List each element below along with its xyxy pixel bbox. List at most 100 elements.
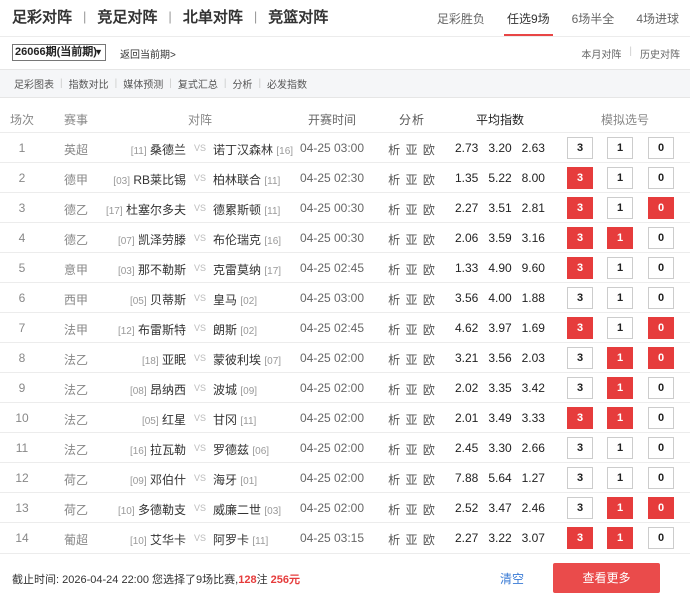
clear-button[interactable]: 清空 bbox=[500, 570, 524, 587]
row-league[interactable]: 意甲 bbox=[56, 261, 96, 278]
pick-win-button[interactable]: 3 bbox=[567, 137, 593, 159]
pick-draw-button[interactable]: 1 bbox=[607, 197, 633, 219]
monthly-matches-link[interactable]: 本月对阵 bbox=[581, 46, 621, 61]
row-analysis-links[interactable]: 析 亚 欧 bbox=[384, 171, 440, 188]
pick-win-button[interactable]: 3 bbox=[567, 527, 593, 549]
row-league[interactable]: 荷乙 bbox=[56, 471, 96, 488]
row-analysis-links[interactable]: 析 亚 欧 bbox=[384, 141, 440, 158]
pick-win-button[interactable]: 3 bbox=[567, 287, 593, 309]
row-home-team[interactable]: [07] 凯泽劳滕 bbox=[96, 231, 186, 248]
pick-loss-button[interactable]: 0 bbox=[648, 257, 674, 279]
tool-media-forecast[interactable]: 媒体预测 bbox=[117, 76, 169, 91]
pick-loss-button[interactable]: 0 bbox=[648, 467, 674, 489]
row-league[interactable]: 法乙 bbox=[56, 441, 96, 458]
tab-renxuan9[interactable]: 任选9场 bbox=[496, 0, 561, 36]
view-more-button[interactable]: 查看更多 bbox=[553, 563, 660, 593]
tool-odds-compare[interactable]: 指数对比 bbox=[63, 76, 115, 91]
pick-draw-button[interactable]: 1 bbox=[607, 317, 633, 339]
row-away-team[interactable]: 德累斯顿 [11] bbox=[213, 201, 303, 218]
tab-shengfu[interactable]: 足彩胜负 bbox=[426, 0, 496, 36]
pick-win-button[interactable]: 3 bbox=[567, 197, 593, 219]
row-away-team[interactable]: 皇马 [02] bbox=[213, 291, 303, 308]
row-analysis-links[interactable]: 析 亚 欧 bbox=[384, 501, 440, 518]
back-to-current-link[interactable]: 返回当前期> bbox=[120, 46, 176, 61]
pick-draw-button[interactable]: 1 bbox=[607, 167, 633, 189]
row-league[interactable]: 荷乙 bbox=[56, 501, 96, 518]
nav-item-jinglan[interactable]: 竞篮对阵 bbox=[268, 6, 328, 27]
row-home-team[interactable]: [11] 桑德兰 bbox=[96, 141, 186, 158]
pick-draw-button[interactable]: 1 bbox=[607, 407, 633, 429]
row-away-team[interactable]: 布伦瑞克 [16] bbox=[213, 231, 303, 248]
pick-win-button[interactable]: 3 bbox=[567, 497, 593, 519]
tab-banquan[interactable]: 6场半全 bbox=[561, 0, 626, 36]
pick-draw-button[interactable]: 1 bbox=[607, 347, 633, 369]
pick-loss-button[interactable]: 0 bbox=[648, 407, 674, 429]
row-analysis-links[interactable]: 析 亚 欧 bbox=[384, 231, 440, 248]
tab-jinqiu[interactable]: 4场进球 bbox=[625, 0, 690, 36]
row-analysis-links[interactable]: 析 亚 欧 bbox=[384, 261, 440, 278]
pick-win-button[interactable]: 3 bbox=[567, 377, 593, 399]
row-home-team[interactable]: [16] 拉瓦勒 bbox=[96, 441, 186, 458]
tool-betfair-index[interactable]: 必发指数 bbox=[261, 76, 313, 91]
row-league[interactable]: 法乙 bbox=[56, 351, 96, 368]
pick-draw-button[interactable]: 1 bbox=[607, 137, 633, 159]
row-analysis-links[interactable]: 析 亚 欧 bbox=[384, 531, 440, 548]
pick-win-button[interactable]: 3 bbox=[567, 167, 593, 189]
row-league[interactable]: 德乙 bbox=[56, 201, 96, 218]
pick-loss-button[interactable]: 0 bbox=[648, 287, 674, 309]
row-home-team[interactable]: [05] 贝蒂斯 bbox=[96, 291, 186, 308]
pick-draw-button[interactable]: 1 bbox=[607, 287, 633, 309]
pick-draw-button[interactable]: 1 bbox=[607, 497, 633, 519]
pick-draw-button[interactable]: 1 bbox=[607, 227, 633, 249]
row-home-team[interactable]: [12] 布雷斯特 bbox=[96, 321, 186, 338]
row-league[interactable]: 法甲 bbox=[56, 321, 96, 338]
row-analysis-links[interactable]: 析 亚 欧 bbox=[384, 351, 440, 368]
pick-draw-button[interactable]: 1 bbox=[607, 467, 633, 489]
row-analysis-links[interactable]: 析 亚 欧 bbox=[384, 381, 440, 398]
row-home-team[interactable]: [08] 昂纳西 bbox=[96, 381, 186, 398]
row-league[interactable]: 英超 bbox=[56, 141, 96, 158]
history-matches-link[interactable]: 历史对阵 bbox=[640, 46, 680, 61]
pick-loss-button[interactable]: 0 bbox=[648, 227, 674, 249]
row-away-team[interactable]: 阿罗卡 [11] bbox=[213, 531, 303, 548]
row-analysis-links[interactable]: 析 亚 欧 bbox=[384, 291, 440, 308]
issue-select[interactable]: 26066期(当前期) ▼ bbox=[12, 44, 106, 61]
pick-loss-button[interactable]: 0 bbox=[648, 437, 674, 459]
row-away-team[interactable]: 克雷莫纳 [17] bbox=[213, 261, 303, 278]
pick-loss-button[interactable]: 0 bbox=[648, 317, 674, 339]
pick-loss-button[interactable]: 0 bbox=[648, 137, 674, 159]
row-away-team[interactable]: 蒙彼利埃 [07] bbox=[213, 351, 303, 368]
pick-win-button[interactable]: 3 bbox=[567, 467, 593, 489]
row-home-team[interactable]: [09] 邓伯什 bbox=[96, 471, 186, 488]
pick-draw-button[interactable]: 1 bbox=[607, 377, 633, 399]
pick-draw-button[interactable]: 1 bbox=[607, 437, 633, 459]
row-league[interactable]: 法乙 bbox=[56, 411, 96, 428]
row-home-team[interactable]: [10] 艾华卡 bbox=[96, 531, 186, 548]
pick-win-button[interactable]: 3 bbox=[567, 437, 593, 459]
row-league[interactable]: 德甲 bbox=[56, 171, 96, 188]
pick-win-button[interactable]: 3 bbox=[567, 347, 593, 369]
row-home-team[interactable]: [03] RB莱比锡 bbox=[96, 171, 186, 188]
row-analysis-links[interactable]: 析 亚 欧 bbox=[384, 471, 440, 488]
row-home-team[interactable]: [18] 亚眠 bbox=[96, 351, 186, 368]
row-analysis-links[interactable]: 析 亚 欧 bbox=[384, 441, 440, 458]
nav-item-zucai[interactable]: 足彩对阵 bbox=[12, 6, 72, 27]
row-home-team[interactable]: [03] 那不勒斯 bbox=[96, 261, 186, 278]
pick-win-button[interactable]: 3 bbox=[567, 317, 593, 339]
pick-loss-button[interactable]: 0 bbox=[648, 167, 674, 189]
row-away-team[interactable]: 柏林联合 [11] bbox=[213, 171, 303, 188]
tool-analysis[interactable]: 分析 bbox=[226, 76, 258, 91]
row-analysis-links[interactable]: 析 亚 欧 bbox=[384, 201, 440, 218]
pick-win-button[interactable]: 3 bbox=[567, 227, 593, 249]
pick-draw-button[interactable]: 1 bbox=[607, 257, 633, 279]
pick-win-button[interactable]: 3 bbox=[567, 257, 593, 279]
row-away-team[interactable]: 罗德兹 [06] bbox=[213, 441, 303, 458]
pick-loss-button[interactable]: 0 bbox=[648, 377, 674, 399]
row-away-team[interactable]: 诺丁汉森林 [16] bbox=[213, 141, 303, 158]
nav-item-beidan[interactable]: 北单对阵 bbox=[183, 6, 243, 27]
pick-loss-button[interactable]: 0 bbox=[648, 197, 674, 219]
tool-combo-summary[interactable]: 复式汇总 bbox=[172, 76, 224, 91]
pick-win-button[interactable]: 3 bbox=[567, 407, 593, 429]
row-league[interactable]: 法乙 bbox=[56, 381, 96, 398]
pick-loss-button[interactable]: 0 bbox=[648, 497, 674, 519]
